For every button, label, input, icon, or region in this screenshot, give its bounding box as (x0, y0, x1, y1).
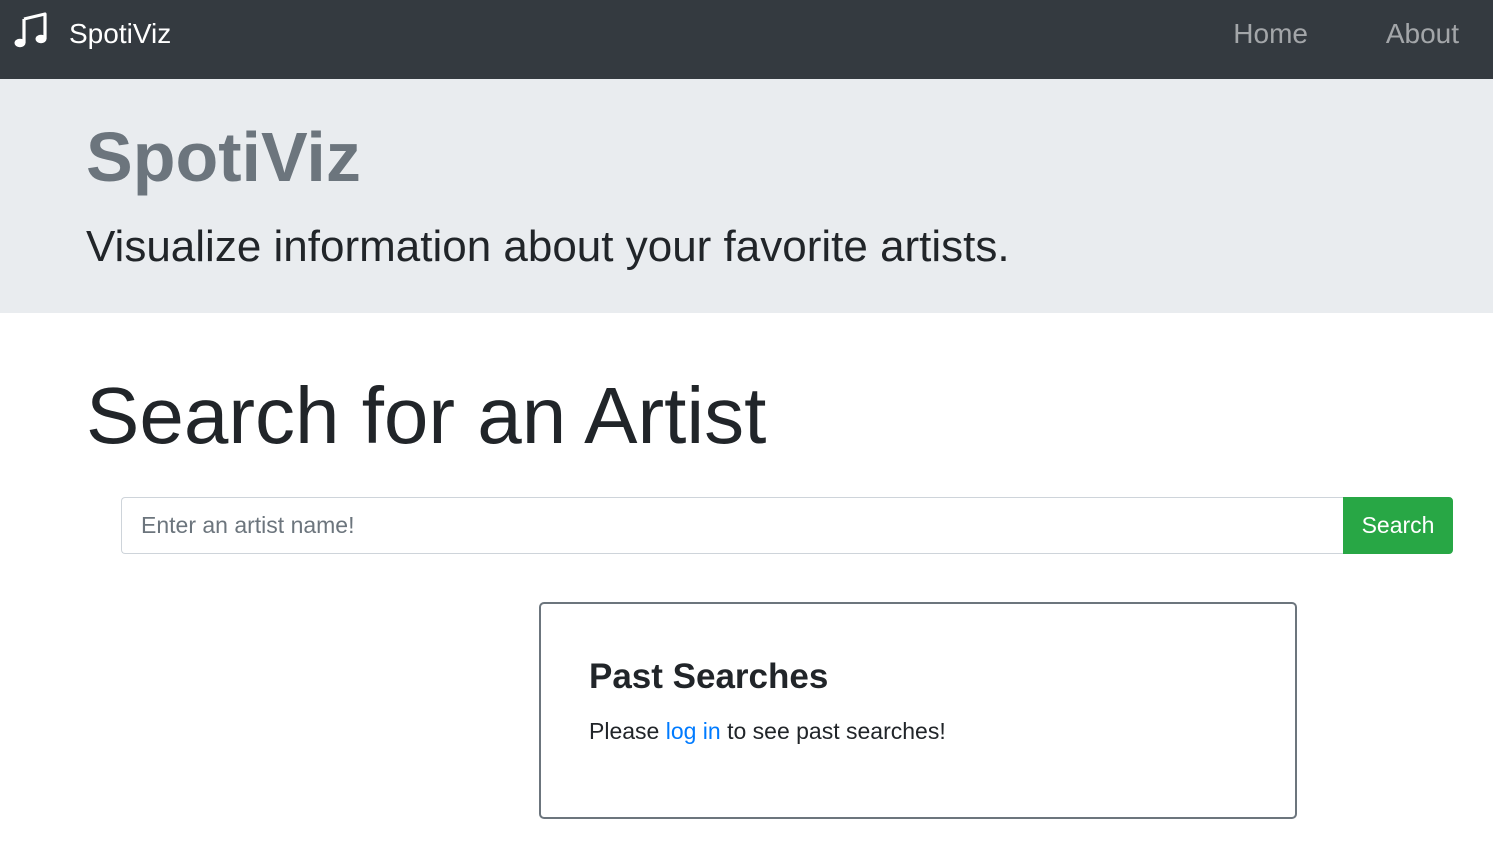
search-button[interactable]: Search (1343, 497, 1453, 554)
jumbotron: SpotiViz Visualize information about you… (0, 79, 1493, 313)
past-searches-text: Please log in to see past searches! (589, 714, 946, 748)
nav-link-home[interactable]: Home (1233, 16, 1308, 52)
navbar-brand[interactable]: SpotiViz (69, 16, 171, 52)
artist-search-input[interactable] (121, 497, 1344, 554)
login-link[interactable]: log in (666, 718, 721, 744)
music-note-icon[interactable] (14, 12, 48, 48)
past-searches-text-before: Please (589, 718, 660, 744)
past-searches-text-after: to see past searches! (727, 718, 946, 744)
jumbotron-lead: Visualize information about your favorit… (86, 222, 1010, 271)
past-searches-card: Past Searches Please log in to see past … (539, 602, 1297, 819)
past-searches-title: Past Searches (589, 657, 829, 696)
search-heading: Search for an Artist (86, 371, 767, 460)
jumbotron-title: SpotiViz (86, 118, 361, 196)
nav-link-about[interactable]: About (1386, 16, 1459, 52)
navbar: SpotiViz Home About (0, 0, 1493, 79)
